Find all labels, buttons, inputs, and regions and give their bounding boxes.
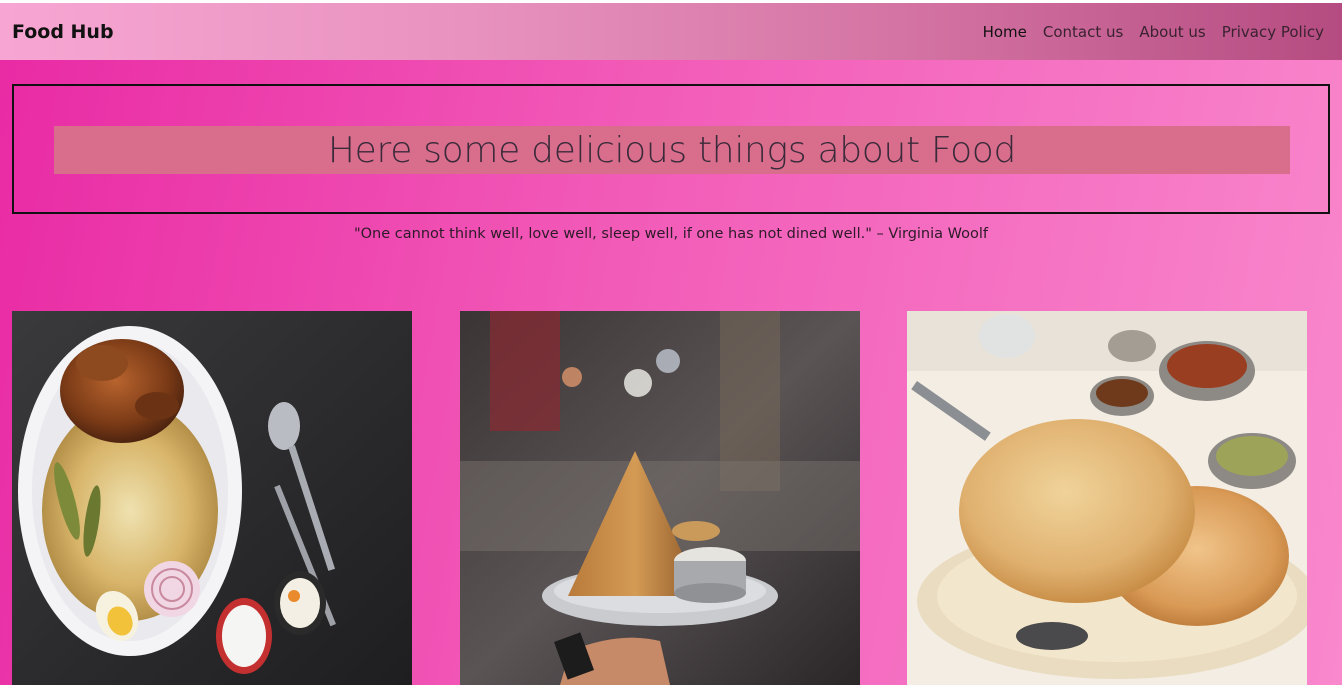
hero-title: Here some delicious things about Food xyxy=(327,129,1017,171)
nav-link-about-us[interactable]: About us xyxy=(1139,23,1205,41)
nav-link-contact-us[interactable]: Contact us xyxy=(1043,23,1123,41)
gallery-card-dosa xyxy=(460,311,860,685)
navbar: Food Hub Home Contact us About us Privac… xyxy=(0,3,1342,60)
nav-links: Home Contact us About us Privacy Policy xyxy=(983,23,1324,41)
brand-link[interactable]: Food Hub xyxy=(12,21,114,43)
hero-title-band: Here some delicious things about Food xyxy=(54,126,1290,174)
food-quote: "One cannot think well, love well, sleep… xyxy=(353,226,989,242)
chole-bhature-photo xyxy=(907,311,1307,685)
gallery-card-biryani xyxy=(12,311,412,685)
nav-link-privacy-policy[interactable]: Privacy Policy xyxy=(1222,23,1324,41)
nav-link-home[interactable]: Home xyxy=(983,23,1027,41)
biryani-photo xyxy=(12,311,412,685)
gallery-card-chole-bhature xyxy=(907,311,1307,685)
dosa-photo xyxy=(460,311,860,685)
hero-box: Here some delicious things about Food xyxy=(12,84,1330,214)
